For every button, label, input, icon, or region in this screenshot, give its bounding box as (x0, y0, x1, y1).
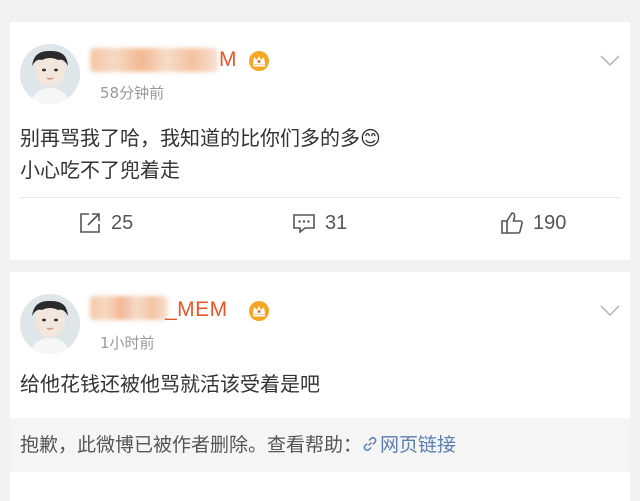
action-bar: 25 31 190 (10, 210, 630, 246)
comment-button[interactable]: 31 (291, 210, 347, 236)
divider (20, 197, 620, 198)
help-link-label: 网页链接 (380, 434, 457, 456)
comment-icon (293, 214, 315, 234)
repost-button[interactable]: 25 (77, 210, 133, 236)
deleted-retweet-notice: 抱歉，此微博已被作者删除。查看帮助： 网页链接 (10, 418, 630, 472)
post-content: 给他花钱还被他骂就活该受着是吧 (20, 368, 320, 400)
vip-crown-icon (249, 301, 269, 321)
repost-count: 25 (111, 211, 134, 234)
username-suffix[interactable]: _MEM (165, 298, 228, 322)
username-suffix[interactable]: M (219, 48, 237, 72)
chevron-down-icon[interactable] (600, 54, 620, 68)
like-button[interactable]: 190 (499, 210, 566, 236)
avatar[interactable] (20, 44, 80, 104)
chevron-down-icon[interactable] (600, 304, 620, 318)
username-blurred[interactable] (90, 296, 168, 320)
post-line: 别再骂我了哈，我知道的比你们多的多😊 (20, 126, 381, 150)
like-icon (501, 212, 523, 234)
post-content: 别再骂我了哈，我知道的比你们多的多😊 小心吃不了兜着走 (20, 122, 381, 186)
avatar[interactable] (20, 294, 80, 354)
like-count: 190 (533, 211, 567, 234)
post-time: 1小时前 (100, 334, 155, 352)
vip-crown-icon (249, 51, 269, 71)
post-line: 小心吃不了兜着走 (20, 158, 180, 182)
deleted-notice-text: 抱歉，此微博已被作者删除。查看帮助： (20, 434, 363, 456)
post-line: 给他花钱还被他骂就活该受着是吧 (20, 372, 320, 396)
weibo-post-1: M 58分钟前 别再骂我了哈，我知道的比你们多的多😊 小心吃不了兜着走 25 3… (10, 22, 630, 260)
repost-icon (80, 213, 100, 233)
help-link[interactable]: 网页链接 (362, 434, 456, 456)
link-icon (363, 436, 377, 452)
weibo-post-2: _MEM 1小时前 给他花钱还被他骂就活该受着是吧 抱歉，此微博已被作者删除。查… (10, 272, 630, 501)
comment-count: 31 (325, 211, 348, 234)
post-time: 58分钟前 (100, 84, 165, 102)
username-blurred[interactable] (90, 48, 218, 72)
